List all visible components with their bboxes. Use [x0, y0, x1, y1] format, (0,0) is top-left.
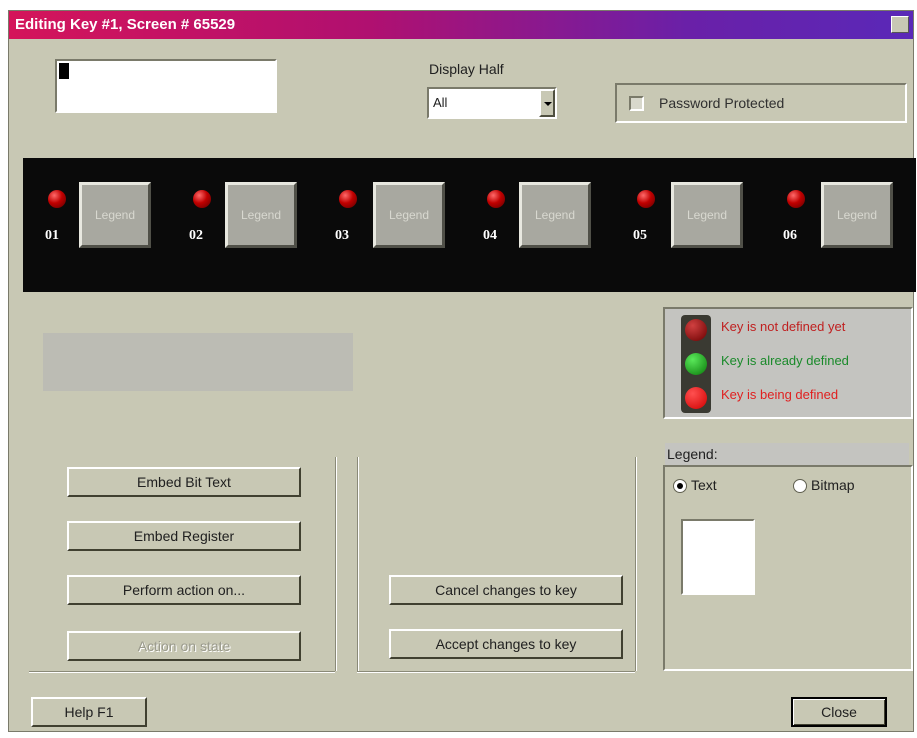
- legend-defined-text: Key is already defined: [721, 353, 849, 368]
- status-legend-box: Key is not defined yet Key is already de…: [663, 307, 913, 419]
- key-number: 05: [633, 228, 647, 243]
- key-button-02[interactable]: Legend: [225, 182, 297, 248]
- key-number: 06: [783, 228, 797, 243]
- key-status-light: [339, 190, 357, 208]
- key-status-light: [637, 190, 655, 208]
- action-disabled-button: Action on state: [67, 631, 301, 661]
- right-group-divider: [635, 457, 637, 671]
- legend-not-defined-text: Key is not defined yet: [721, 319, 846, 334]
- key-button-05[interactable]: Legend: [671, 182, 743, 248]
- password-label: Password Protected: [659, 95, 785, 111]
- embed-bit-text-button[interactable]: Embed Bit Text: [67, 467, 301, 497]
- password-group: Password Protected: [615, 83, 907, 123]
- display-half-select[interactable]: All: [427, 87, 557, 119]
- close-button[interactable]: Close: [791, 697, 887, 727]
- password-checkbox[interactable]: [629, 96, 644, 111]
- key-number: 03: [335, 228, 349, 243]
- light-defined-icon: [685, 353, 707, 375]
- key-number: 01: [45, 228, 59, 243]
- middle-group-divider: [357, 457, 359, 671]
- key-status-light: [787, 190, 805, 208]
- display-half-label: Display Half: [429, 61, 504, 77]
- light-not-defined-icon: [685, 319, 707, 341]
- title-bar[interactable]: Editing Key #1, Screen # 65529: [9, 11, 913, 39]
- text-radio[interactable]: [673, 479, 687, 493]
- key-status-light: [48, 190, 66, 208]
- keypad-panel: 01 Legend 02 Legend 03 Legend 04 Legend …: [23, 158, 916, 292]
- radio-dot: [677, 483, 683, 489]
- accept-changes-button[interactable]: Accept changes to key: [389, 629, 623, 659]
- legend-being-defined-text: Key is being defined: [721, 387, 839, 402]
- key-status-light: [193, 190, 211, 208]
- key-number: 04: [483, 228, 497, 243]
- chevron-down-icon: [544, 102, 552, 106]
- window-title: Editing Key #1, Screen # 65529: [15, 16, 236, 33]
- key-button-04[interactable]: Legend: [519, 182, 591, 248]
- key-text-editor[interactable]: [55, 59, 277, 113]
- left-group-bottom: [29, 671, 335, 673]
- key-button-06[interactable]: Legend: [821, 182, 893, 248]
- bitmap-radio[interactable]: [793, 479, 807, 493]
- legend-group: Text Bitmap: [663, 465, 913, 671]
- key-status-light: [487, 190, 505, 208]
- key-button-01[interactable]: Legend: [79, 182, 151, 248]
- key-number: 02: [189, 228, 203, 243]
- legend-group-label: Legend:: [665, 443, 909, 465]
- key-button-03[interactable]: Legend: [373, 182, 445, 248]
- cancel-changes-button[interactable]: Cancel changes to key: [389, 575, 623, 605]
- perform-action-button[interactable]: Perform action on...: [67, 575, 301, 605]
- key-info-area: [43, 333, 353, 391]
- text-radio-label[interactable]: Text: [691, 477, 717, 493]
- middle-group-bottom: [357, 671, 635, 673]
- left-group-divider: [335, 457, 337, 671]
- dropdown-arrow-button[interactable]: [539, 89, 555, 117]
- light-being-defined-icon: [685, 387, 707, 409]
- editing-key-window: Editing Key #1, Screen # 65529 Display H…: [8, 10, 916, 732]
- text-cursor: [59, 63, 69, 79]
- legend-preview-box[interactable]: [681, 519, 755, 595]
- bitmap-radio-label[interactable]: Bitmap: [811, 477, 855, 493]
- close-window-button[interactable]: [891, 16, 909, 33]
- help-button[interactable]: Help F1: [31, 697, 147, 727]
- display-half-value: All: [433, 95, 448, 110]
- embed-register-button[interactable]: Embed Register: [67, 521, 301, 551]
